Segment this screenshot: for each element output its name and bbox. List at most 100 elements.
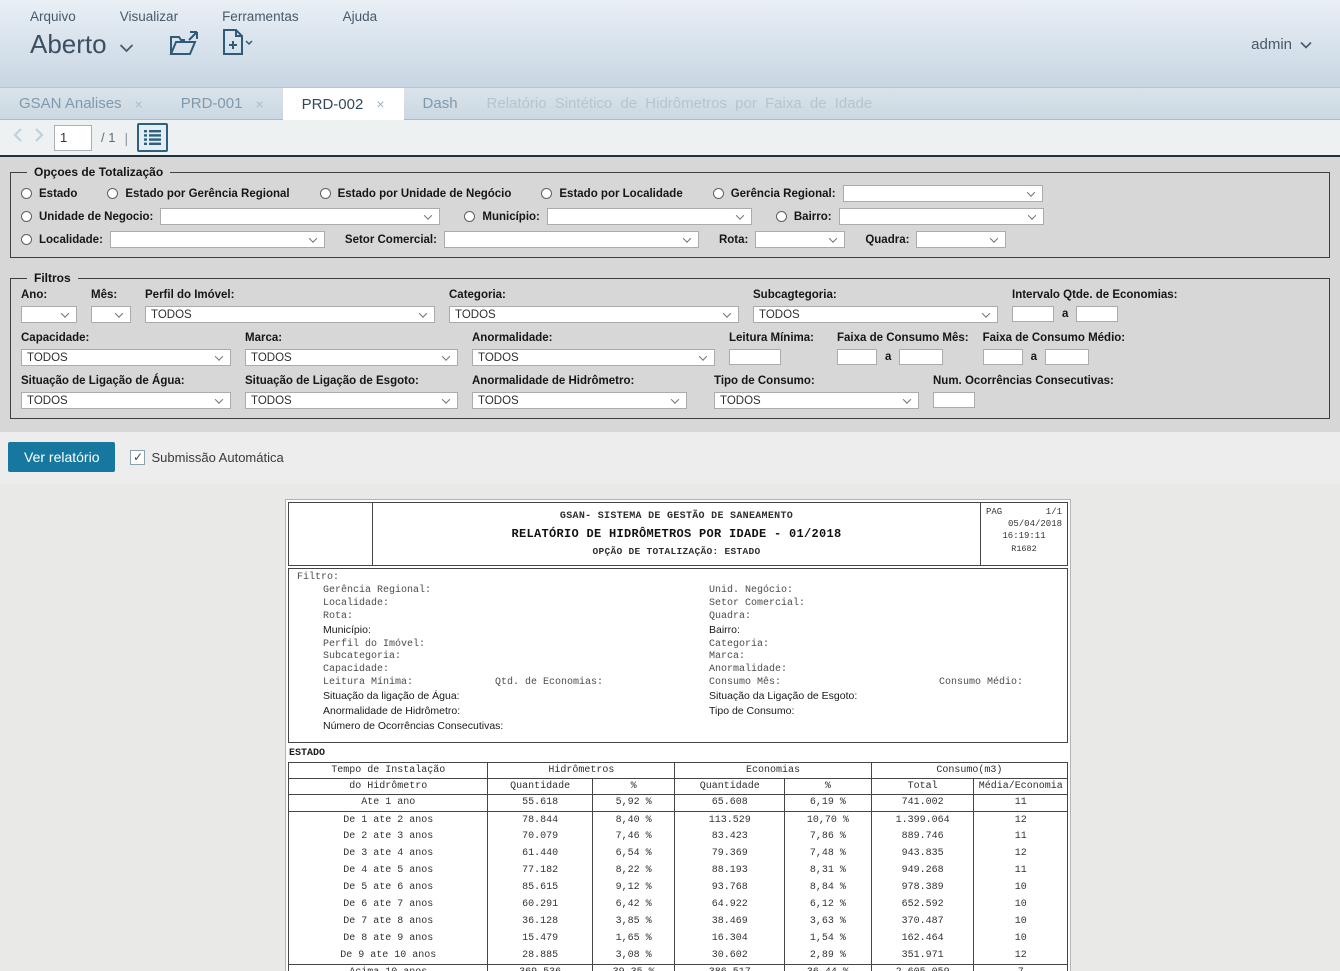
radio-estado-localidade[interactable]: Estado por Localidade [541, 188, 682, 200]
next-page-icon[interactable] [33, 127, 45, 148]
chevron-down-icon [442, 352, 450, 360]
radio-icon[interactable] [464, 211, 475, 222]
capacidade-select[interactable]: TODOS [21, 349, 231, 366]
user-menu[interactable]: admin [1251, 36, 1312, 53]
radio-icon[interactable] [320, 188, 331, 199]
bairro-select[interactable] [839, 208, 1044, 225]
consumo-mes-ate-input[interactable] [899, 349, 943, 365]
radio-estado-unidade-negocio[interactable]: Estado por Unidade de Negócio [320, 188, 512, 200]
report-table-cell: 1.399.064 [871, 811, 974, 828]
radio-estado-gerencia-regional[interactable]: Estado por Gerência Regional [107, 188, 289, 200]
radio-unidade-negocio[interactable]: Unidade de Negocio: [21, 208, 440, 225]
page-number-input[interactable] [54, 125, 92, 151]
report-filter-right: Unid. Negócio:Setor Comercial:Quadra:Bai… [709, 572, 1059, 735]
submissao-automatica-checkbox[interactable]: ✓ Submissão Automática [130, 450, 283, 465]
report-table-cell: De 8 ate 9 anos [289, 930, 488, 947]
rota-select[interactable] [755, 231, 845, 248]
unidade-negocio-select[interactable] [160, 208, 440, 225]
report-filter-row: Categoria: [709, 639, 1059, 652]
menu-visualizar[interactable]: Visualizar [120, 9, 178, 24]
gerencia-regional-select[interactable] [843, 185, 1043, 202]
radio-icon[interactable] [776, 211, 787, 222]
col-header: Total [871, 778, 974, 794]
thumbnail-list-icon[interactable] [137, 123, 168, 152]
previous-page-icon[interactable] [12, 127, 24, 148]
checkbox-checked-icon[interactable]: ✓ [130, 450, 145, 465]
radio-gerencia-regional[interactable]: Gerência Regional: [713, 185, 1043, 202]
marca-select[interactable]: TODOS [245, 349, 458, 366]
close-icon[interactable]: × [255, 96, 263, 112]
tab-label: PRD-001 [181, 95, 243, 112]
anormalidade-hidrometro-select[interactable]: TODOS [472, 392, 687, 409]
subcategoria-select[interactable]: TODOS [753, 306, 998, 323]
leitura-minima-input[interactable] [729, 349, 781, 365]
consumo-medio-ate-input[interactable] [1045, 349, 1089, 365]
tab-prd-001[interactable]: PRD-001 × [162, 88, 283, 119]
tab-dash[interactable]: Dash [404, 88, 477, 119]
situacao-esgoto-label: Situação de Ligação de Esgoto: [245, 375, 458, 387]
report-table-cell: 61.440 [488, 845, 592, 862]
ver-relatorio-button[interactable]: Ver relatório [8, 442, 115, 472]
subcategoria-label: Subcagtegoria: [753, 289, 998, 301]
num-ocorrencias-input[interactable] [933, 392, 975, 408]
anormalidade-label: Anormalidade: [472, 332, 715, 344]
radio-icon[interactable] [21, 211, 32, 222]
radio-bairro[interactable]: Bairro: [776, 208, 1044, 225]
col-group-consumo: Consumo(m3) [871, 762, 1067, 778]
radio-municipio[interactable]: Município: [464, 208, 752, 225]
quadra-select[interactable] [916, 231, 1006, 248]
tab-gsan-analises[interactable]: GSAN Analises × [0, 88, 162, 119]
menu-ferramentas[interactable]: Ferramentas [222, 9, 299, 24]
situacao-esgoto-select[interactable]: TODOS [245, 392, 458, 409]
report-table-cell: 949.268 [871, 862, 974, 879]
consumo-medio-de-input[interactable] [983, 349, 1023, 365]
anormalidade-select[interactable]: TODOS [472, 349, 715, 366]
report-filter-label: Perfil do Imóvel: [323, 639, 425, 650]
open-menu-label: Aberto [30, 29, 107, 60]
report-table-cell: De 9 ate 10 anos [289, 947, 488, 964]
radio-localidade[interactable]: Localidade: [21, 231, 325, 248]
menu-arquivo[interactable]: Arquivo [30, 9, 76, 24]
consumo-mes-de-input[interactable] [837, 349, 877, 365]
tipo-consumo-select[interactable]: TODOS [714, 392, 919, 409]
perfil-imovel-select[interactable]: TODOS [145, 306, 435, 323]
close-icon[interactable]: × [135, 96, 143, 112]
tab-prd-002[interactable]: PRD-002 × [283, 88, 404, 120]
report-table-cell: Ate 1 ano [289, 794, 488, 811]
radio-icon[interactable] [107, 188, 118, 199]
categoria-select[interactable]: TODOS [449, 306, 739, 323]
setor-comercial-select[interactable] [444, 231, 699, 248]
economias-de-input[interactable] [1012, 306, 1054, 322]
report-table-cell: 88.193 [675, 862, 785, 879]
ano-select[interactable] [21, 306, 77, 323]
radio-icon[interactable] [713, 188, 724, 199]
report-filter-row: Capacidade: [297, 664, 709, 677]
open-folder-icon[interactable] [168, 29, 200, 61]
economias-ate-input[interactable] [1076, 306, 1118, 322]
report-table-row: Acima 10 anos369.53639,35 %386.51736,44 … [289, 964, 1068, 971]
radio-icon[interactable] [21, 188, 32, 199]
open-menu-button[interactable]: Aberto [30, 29, 134, 60]
localidade-select[interactable] [110, 231, 325, 248]
radio-icon[interactable] [21, 234, 32, 245]
report-table-cell: 162.464 [871, 930, 974, 947]
tab-label: GSAN Analises [19, 95, 122, 112]
chevron-down-icon [309, 234, 317, 242]
new-document-icon[interactable] [220, 28, 254, 61]
report-table-body: Ate 1 ano55.6185,92 %65.6086,19 %741.002… [289, 794, 1068, 971]
report-logo-cell [289, 503, 373, 565]
report-filter-label: Gerência Regional: [323, 585, 431, 596]
municipio-select[interactable] [547, 208, 752, 225]
submissao-automatica-label: Submissão Automática [151, 450, 283, 465]
menu-ajuda[interactable]: Ajuda [343, 9, 378, 24]
chevron-down-icon [442, 395, 450, 403]
situacao-agua-label: Situação de Ligação de Água: [21, 375, 231, 387]
mes-select[interactable] [91, 306, 131, 323]
close-icon[interactable]: × [376, 96, 384, 112]
radio-icon[interactable] [541, 188, 552, 199]
situacao-agua-select[interactable]: TODOS [21, 392, 231, 409]
report-table-row: De 6 ate 7 anos60.2916,42 %64.9226,12 %6… [289, 896, 1068, 913]
radio-estado[interactable]: Estado [21, 188, 77, 200]
menubar: Arquivo Visualizar Ferramentas Ajuda [30, 9, 1312, 24]
report-filter-label: Qtd. de Economias: [495, 677, 603, 688]
